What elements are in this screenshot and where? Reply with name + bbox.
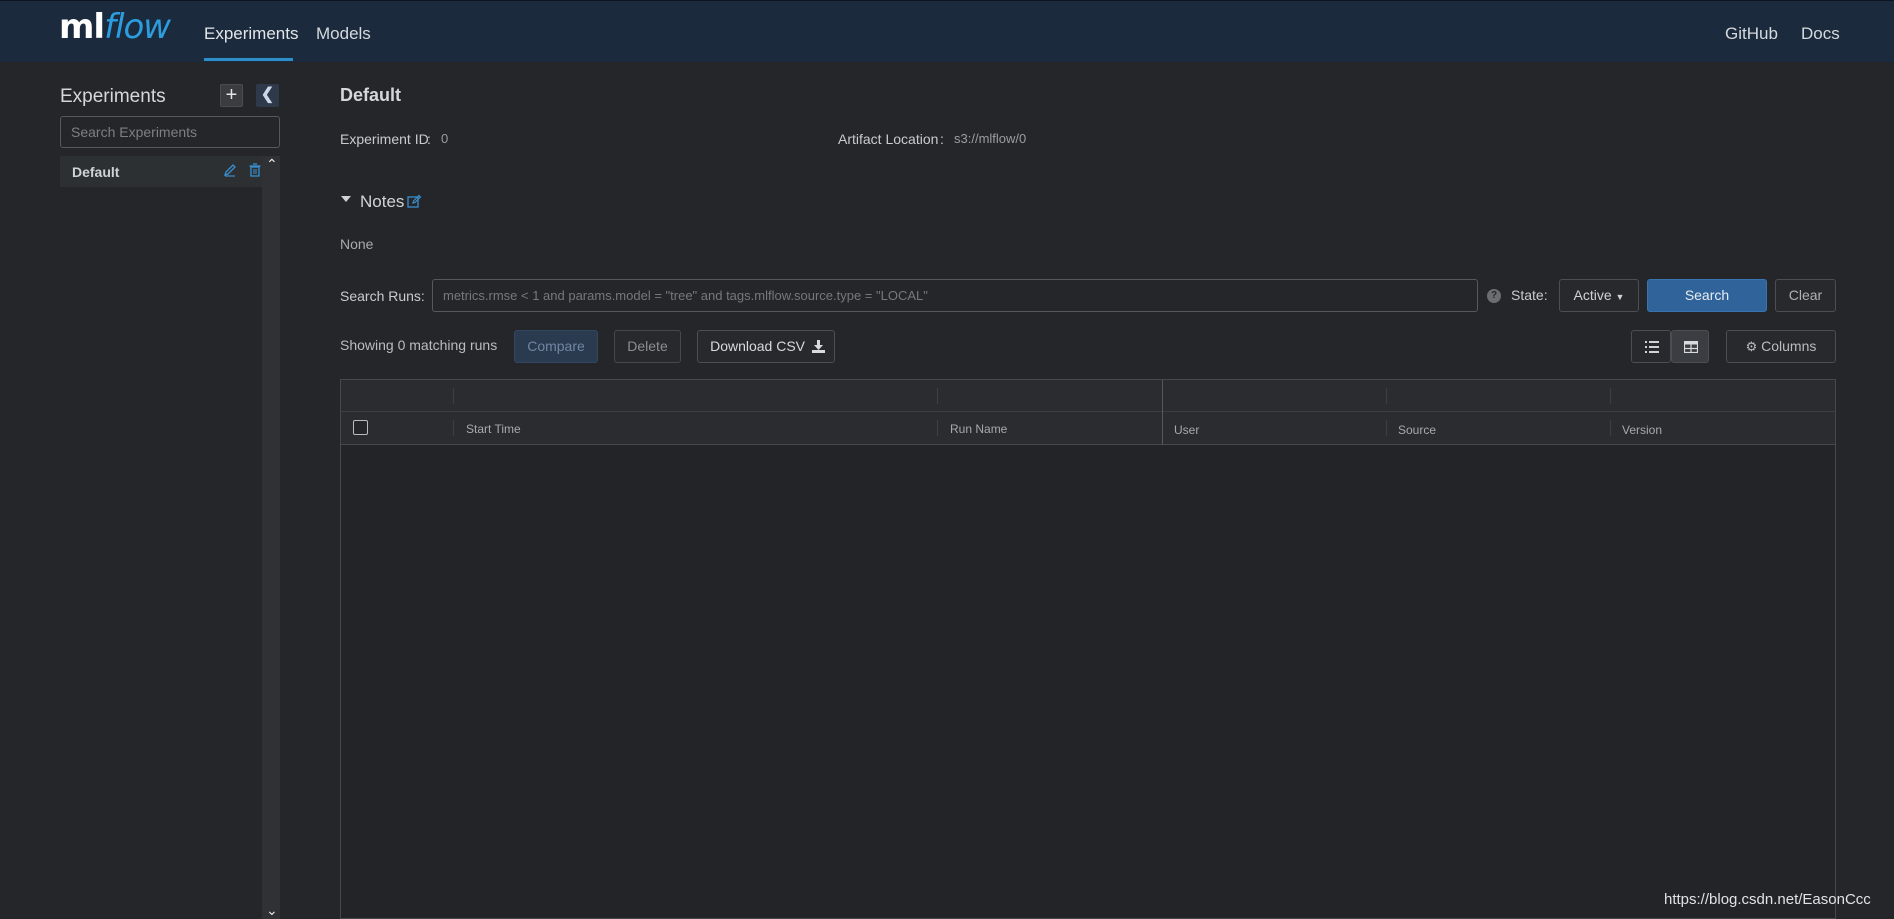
select-all-checkbox[interactable] xyxy=(353,420,368,435)
column-header-run-name[interactable]: Run Name xyxy=(950,422,1007,436)
artifact-location-label: Artifact Location xyxy=(838,131,939,147)
nav-models[interactable]: Models xyxy=(316,24,371,44)
state-dropdown-value: Active xyxy=(1573,287,1612,303)
table-header-row: Start Time Run Name User Source Version xyxy=(341,412,1835,445)
search-runs-label: Search Runs: xyxy=(340,288,425,304)
clear-button[interactable]: Clear xyxy=(1775,279,1836,312)
experiment-title: Default xyxy=(340,85,402,105)
state-dropdown[interactable]: Active ▼ xyxy=(1559,279,1639,312)
notes-header[interactable]: Notes xyxy=(360,192,404,212)
collapse-sidebar-button[interactable]: ❮ xyxy=(256,84,279,107)
matching-runs-count: Showing 0 matching runs xyxy=(340,337,498,353)
column-header-user[interactable]: User xyxy=(1174,423,1199,437)
add-experiment-button[interactable]: + xyxy=(220,84,243,107)
nav-experiments[interactable]: Experiments xyxy=(204,24,298,44)
notes-toggle-caret-icon[interactable] xyxy=(341,196,351,202)
download-csv-button[interactable]: Download CSV xyxy=(697,330,835,363)
experiment-item-default[interactable]: Default xyxy=(60,156,262,187)
logo-flow-text: flow xyxy=(104,7,171,47)
columns-button-label: Columns xyxy=(1761,338,1817,354)
chevron-left-icon: ❮ xyxy=(260,86,275,103)
experiment-list: Default ⌃ ⌄ xyxy=(60,156,280,919)
table-group-header xyxy=(341,380,1835,412)
gear-icon: ⚙ xyxy=(1745,339,1758,354)
active-nav-indicator xyxy=(204,58,293,61)
trash-icon[interactable] xyxy=(248,163,262,177)
nav-github[interactable]: GitHub xyxy=(1725,24,1778,44)
search-experiments-input[interactable] xyxy=(60,116,280,148)
compare-button[interactable]: Compare xyxy=(514,330,598,363)
download-icon xyxy=(811,340,825,353)
nav-docs[interactable]: Docs xyxy=(1801,24,1840,44)
mlflow-logo[interactable]: ml flow xyxy=(59,7,171,51)
columns-button[interactable]: ⚙ Columns xyxy=(1726,330,1836,363)
edit-icon[interactable] xyxy=(223,163,237,177)
list-icon xyxy=(1645,341,1659,353)
logo-ml-text: ml xyxy=(59,7,105,47)
scroll-down-icon[interactable]: ⌄ xyxy=(266,902,278,919)
caret-down-icon: ▼ xyxy=(1615,292,1625,302)
experiment-id-colon: : xyxy=(427,131,431,147)
sidebar-scrollbar[interactable]: ⌃ ⌄ xyxy=(262,156,280,919)
table-grid-icon xyxy=(1684,341,1698,353)
column-header-start-time[interactable]: Start Time xyxy=(466,422,521,436)
column-header-source[interactable]: Source xyxy=(1398,423,1436,437)
edit-notes-icon[interactable] xyxy=(407,194,422,209)
experiment-id-value: 0 xyxy=(441,131,449,146)
download-csv-label: Download CSV xyxy=(710,338,806,354)
experiment-id-label: Experiment ID xyxy=(340,131,429,147)
artifact-location-value: s3://mlflow/0 xyxy=(954,131,1027,146)
list-view-button[interactable] xyxy=(1631,330,1671,363)
grid-view-button[interactable] xyxy=(1671,330,1709,363)
artifact-location-colon: : xyxy=(940,131,944,147)
search-runs-input[interactable] xyxy=(432,279,1478,312)
runs-table: Start Time Run Name User Source Version xyxy=(340,379,1836,919)
experiment-item-label: Default xyxy=(72,164,120,180)
state-label: State: xyxy=(1511,287,1548,303)
help-icon[interactable]: ? xyxy=(1487,289,1501,303)
watermark-text: https://blog.csdn.net/EasonCcc xyxy=(1664,891,1871,908)
top-navbar: ml flow Experiments Models GitHub Docs xyxy=(0,0,1894,62)
column-header-version[interactable]: Version xyxy=(1622,423,1662,437)
search-button[interactable]: Search xyxy=(1647,279,1767,312)
delete-button[interactable]: Delete xyxy=(614,330,681,363)
sidebar-title: Experiments xyxy=(60,86,166,107)
scroll-up-icon[interactable]: ⌃ xyxy=(266,156,278,173)
notes-content: None xyxy=(340,236,374,252)
